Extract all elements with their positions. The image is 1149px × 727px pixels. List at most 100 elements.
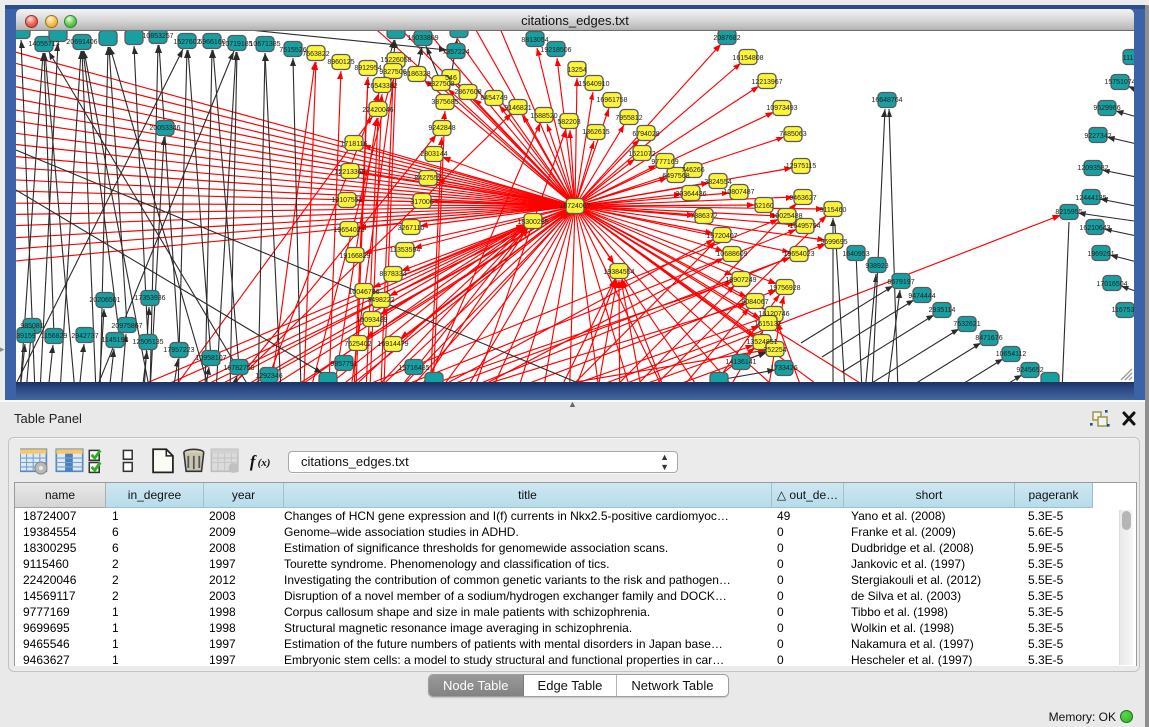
svg-text:1588520: 1588520 — [530, 113, 557, 120]
svg-text:11353594: 11353594 — [390, 247, 421, 254]
svg-text:16120746: 16120746 — [758, 311, 789, 318]
svg-text:1527602: 1527602 — [173, 39, 200, 46]
svg-text:6794028: 6794028 — [632, 131, 659, 138]
svg-text:19218506: 19218506 — [540, 47, 571, 54]
svg-text:9699695: 9699695 — [820, 239, 847, 246]
svg-text:2935114: 2935114 — [929, 307, 956, 314]
svg-text:317006: 317006 — [410, 199, 433, 206]
svg-text:10093489: 10093489 — [356, 317, 387, 324]
svg-text:16914479: 16914479 — [377, 341, 408, 348]
svg-text:3875685: 3875685 — [431, 99, 458, 106]
svg-text:19756928: 19756928 — [769, 285, 800, 292]
svg-text:6679197: 6679197 — [887, 279, 914, 286]
svg-text:18907249: 18907249 — [725, 277, 756, 284]
svg-text:10671385: 10671385 — [249, 41, 280, 48]
svg-text:12213967: 12213967 — [751, 79, 782, 86]
svg-text:582203: 582203 — [557, 119, 580, 126]
svg-text:9242848: 9242848 — [428, 125, 455, 132]
svg-text:20975867: 20975867 — [111, 323, 142, 330]
svg-text:9146821: 9146821 — [504, 105, 531, 112]
svg-text:10719185: 10719185 — [221, 41, 252, 48]
svg-text:17016504: 17016504 — [1096, 281, 1127, 288]
svg-text:1969291: 1969291 — [1087, 251, 1114, 258]
svg-text:1718116: 1718116 — [341, 141, 368, 148]
svg-text:19654023: 19654023 — [783, 251, 814, 258]
svg-text:14055713: 14055713 — [28, 41, 59, 48]
svg-text:1292346: 1292346 — [255, 373, 282, 380]
svg-text:39159: 39159 — [16, 333, 36, 340]
svg-text:16495794: 16495794 — [789, 223, 820, 230]
svg-text:10107552: 10107552 — [331, 197, 362, 204]
svg-text:19166829: 19166829 — [339, 253, 370, 260]
svg-text:9529966: 9529966 — [1093, 105, 1120, 112]
svg-text:20364436: 20364436 — [675, 191, 706, 198]
svg-text:7386372: 7386372 — [690, 213, 717, 220]
svg-text:2867608: 2867608 — [454, 89, 481, 96]
svg-text:15720407: 15720407 — [706, 233, 737, 240]
svg-text:1733426: 1733426 — [770, 365, 797, 372]
svg-text:1640953: 1640953 — [842, 251, 869, 258]
svg-text:985081: 985081 — [20, 323, 43, 330]
svg-text:8960125: 8960125 — [327, 59, 354, 66]
svg-text:3824554: 3824554 — [704, 179, 731, 186]
svg-text:9084067: 9084067 — [741, 299, 768, 306]
svg-text:8186328: 8186328 — [403, 71, 430, 78]
svg-text:252254: 252254 — [763, 347, 786, 354]
svg-text:7357224: 7357224 — [442, 49, 469, 56]
svg-text:1615132: 1615132 — [754, 321, 781, 328]
svg-text:20053346: 20053346 — [149, 125, 180, 132]
svg-text:1362615: 1362615 — [582, 129, 609, 136]
svg-text:9777169: 9777169 — [651, 159, 678, 166]
svg-text:8427552: 8427552 — [414, 175, 441, 182]
svg-text:14136141: 14136141 — [725, 359, 756, 366]
svg-text:12505135: 12505135 — [132, 339, 163, 346]
svg-text:(x): (x) — [258, 457, 271, 469]
svg-text:938923: 938923 — [865, 263, 888, 270]
svg-text:7632621: 7632621 — [953, 321, 980, 328]
svg-text:1621072: 1621072 — [628, 151, 655, 158]
svg-text:16782759: 16782759 — [223, 365, 254, 372]
svg-text:12093582: 12093582 — [1077, 165, 1108, 172]
svg-text:8454749: 8454749 — [480, 95, 507, 102]
svg-text:18724007: 18724007 — [559, 203, 590, 210]
svg-text:9857791: 9857791 — [330, 361, 357, 368]
svg-text:10688609: 10688609 — [716, 251, 747, 258]
svg-text:16543382: 16543382 — [366, 83, 397, 90]
svg-text:10853257: 10853257 — [142, 33, 173, 40]
svg-text:8878334: 8878334 — [379, 271, 406, 278]
svg-text:13524851: 13524851 — [746, 339, 777, 346]
svg-text:15751074: 15751074 — [1104, 79, 1134, 86]
svg-text:3498222: 3498222 — [367, 297, 394, 304]
svg-text:16961758: 16961758 — [596, 97, 627, 104]
svg-text:2942737: 2942737 — [71, 333, 98, 340]
svg-text:16154808: 16154808 — [732, 55, 763, 62]
svg-text:10654112: 10654112 — [996, 351, 1027, 358]
svg-text:20691406: 20691406 — [66, 39, 97, 46]
svg-text:f: f — [250, 452, 257, 471]
svg-text:1112..: 1112.. — [1123, 55, 1134, 62]
svg-text:12975115: 12975115 — [786, 163, 817, 170]
svg-text:13254: 13254 — [567, 67, 587, 74]
svg-text:9463627: 9463627 — [789, 195, 816, 202]
svg-text:17957223: 17957223 — [163, 347, 194, 354]
svg-text:2803144: 2803144 — [420, 151, 447, 158]
svg-text:62160: 62160 — [754, 203, 774, 210]
svg-text:18300295: 18300295 — [517, 219, 548, 226]
svg-text:9227342: 9227342 — [1084, 133, 1111, 140]
svg-text:10958107: 10958107 — [195, 355, 226, 362]
svg-text:12444135: 12444135 — [1075, 195, 1106, 202]
svg-text:1145194: 1145194 — [102, 337, 129, 344]
svg-text:3267110: 3267110 — [398, 225, 425, 232]
svg-text:15716485: 15716485 — [398, 365, 429, 372]
svg-text:7663822: 7663822 — [302, 51, 329, 58]
svg-text:7485063: 7485063 — [779, 131, 806, 138]
svg-text:10973493: 10973493 — [766, 105, 797, 112]
svg-text:22420046: 22420046 — [362, 107, 393, 114]
svg-text:8813054: 8813054 — [521, 37, 548, 44]
svg-text:10046786: 10046786 — [348, 289, 379, 296]
svg-text:7955812: 7955812 — [615, 115, 642, 122]
svg-text:17353936: 17353936 — [134, 295, 165, 302]
svg-text:16648764: 16648764 — [871, 97, 902, 104]
svg-text:9115460: 9115460 — [820, 207, 847, 214]
svg-text:1167533: 1167533 — [1112, 307, 1134, 314]
